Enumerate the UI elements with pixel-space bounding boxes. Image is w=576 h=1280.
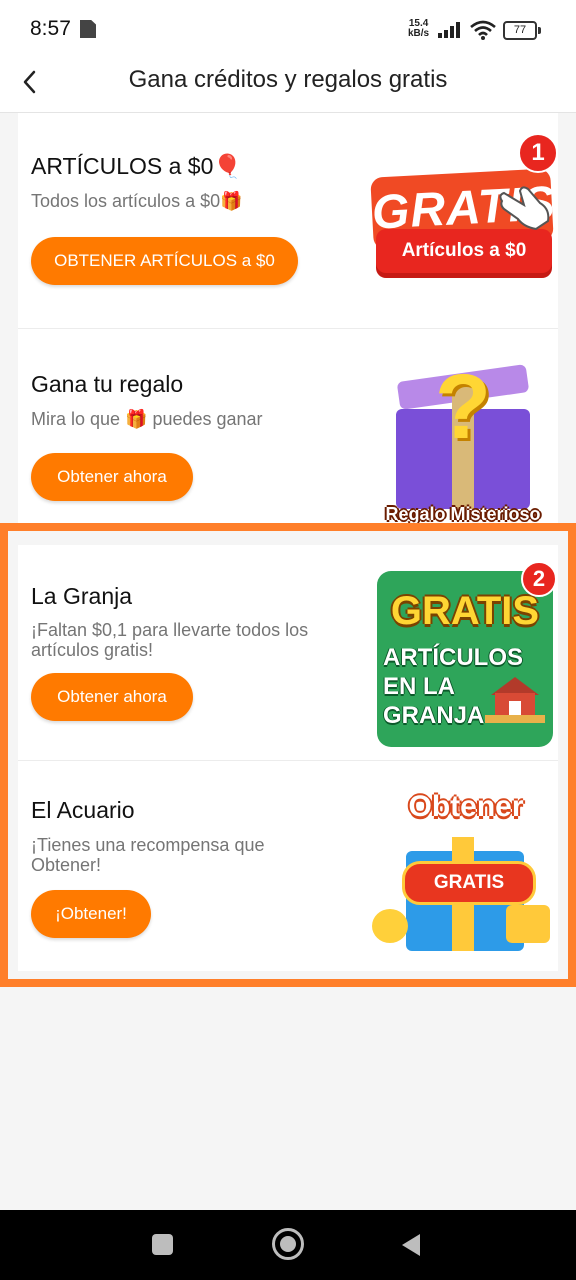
promo-image-gratis[interactable]: GRATIS Artículos a $0 1 xyxy=(368,133,558,303)
system-nav-bar xyxy=(0,1210,576,1280)
obtener-articulos-button[interactable]: OBTENER ARTÍCULOS a $0 xyxy=(31,237,298,285)
card-gana-tu-regalo[interactable]: Gana tu regalo Mira lo que 🎁 puedes gana… xyxy=(18,329,558,524)
signal-icon xyxy=(438,22,464,38)
status-time: 8:57 xyxy=(30,17,71,40)
sim-card-icon xyxy=(80,20,96,38)
card-articulos-0[interactable]: ARTÍCULOS a $0🎈 Todos los artículos a $0… xyxy=(18,113,558,328)
badge-number: 1 xyxy=(518,133,558,173)
app-bar: Gana créditos y regalos gratis xyxy=(0,58,576,113)
card-description: Mira lo que 🎁 puedes ganar xyxy=(31,409,263,429)
highlight-frame xyxy=(0,523,576,987)
home-icon[interactable] xyxy=(272,1228,304,1260)
status-bar: 8:57 15.4 kB/s 77 xyxy=(0,0,576,58)
articulos-label: Artículos a $0 xyxy=(376,229,552,273)
recent-apps-icon[interactable] xyxy=(152,1234,173,1255)
card-title: ARTÍCULOS a $0🎈 xyxy=(31,153,243,179)
battery-icon: 77 xyxy=(503,21,541,40)
back-triangle-icon[interactable] xyxy=(400,1232,422,1258)
promo-image-regalo-misterioso[interactable]: ? Regalo Misterioso xyxy=(368,339,558,524)
question-mark-icon: ? xyxy=(434,356,492,458)
page-title: Gana créditos y regalos gratis xyxy=(128,66,448,93)
pointing-hand-icon xyxy=(499,186,550,231)
network-speed: 15.4 kB/s xyxy=(408,19,429,39)
network-speed-unit: kB/s xyxy=(408,28,430,39)
card-description: Todos los artículos a $0🎁 xyxy=(31,191,243,211)
card-title: Gana tu regalo xyxy=(31,371,184,397)
wifi-icon xyxy=(470,20,496,40)
obtener-ahora-button[interactable]: Obtener ahora xyxy=(31,453,193,501)
